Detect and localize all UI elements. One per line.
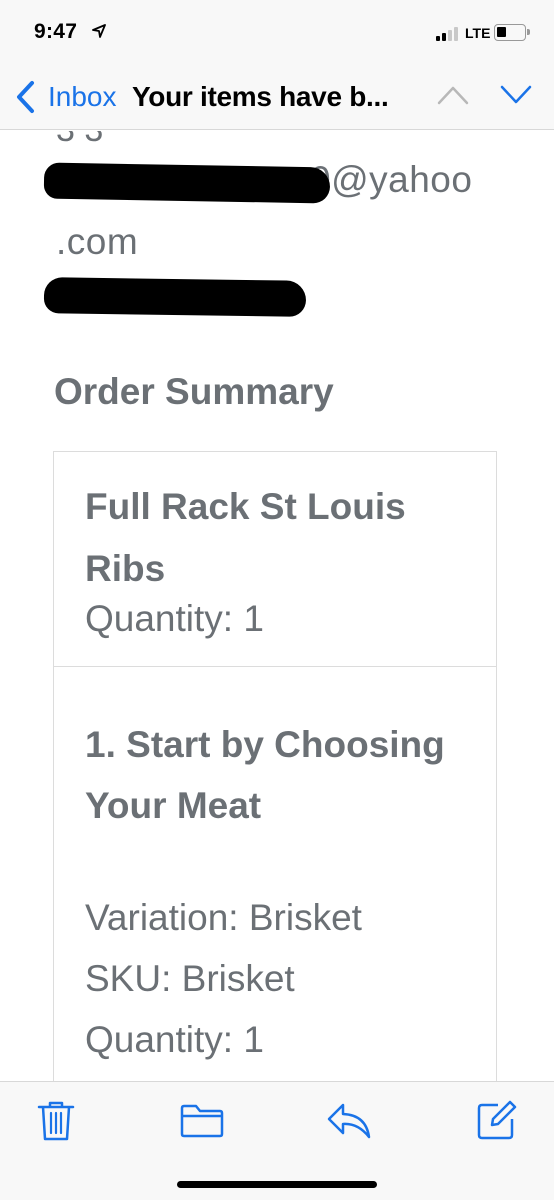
status-time: 9:47 (34, 20, 78, 43)
battery-icon (494, 24, 530, 41)
folder-icon[interactable] (179, 1103, 225, 1139)
signal-icon (436, 27, 460, 41)
email-address-continued: .com (56, 221, 139, 262)
option-sku: SKU: Brisket (85, 958, 295, 999)
email-body: 3 3 0@yahoo .com Order Summary Full Rack… (0, 131, 554, 1081)
redaction-mark (43, 277, 307, 317)
cut-off-text: 3 3 (56, 131, 103, 150)
home-indicator[interactable] (177, 1181, 377, 1188)
email-address: 0@yahoo (310, 159, 473, 200)
down-arrow-icon[interactable] (499, 84, 533, 106)
back-chevron-icon[interactable] (14, 80, 38, 114)
reply-icon[interactable] (326, 1102, 372, 1140)
back-button-inbox[interactable]: Inbox (48, 81, 117, 113)
email-subject-title: Your items have b... (132, 81, 389, 112)
nav-bar: Inbox Your items have b... (0, 64, 554, 130)
compose-icon[interactable] (476, 1099, 518, 1141)
network-type: LTE (465, 25, 491, 41)
redaction-mark (43, 162, 331, 204)
order-summary-heading: Order Summary (54, 371, 334, 412)
option-variation: Variation: Brisket (85, 897, 362, 938)
item-name: Full Rack St Louis Ribs (85, 486, 406, 589)
option-name: 1. Start by Choosing Your Meat (85, 724, 445, 826)
up-arrow-icon[interactable] (436, 84, 470, 106)
trash-icon[interactable] (36, 1099, 76, 1143)
item-quantity: Quantity: 1 (85, 598, 264, 639)
location-arrow-icon (92, 24, 106, 38)
bottom-toolbar (0, 1081, 554, 1200)
status-bar: 9:47 LTE (0, 0, 554, 64)
divider (54, 666, 496, 667)
order-summary-table: Full Rack St Louis Ribs Quantity: 1 1. S… (53, 451, 497, 1081)
option-quantity: Quantity: 1 (85, 1019, 264, 1060)
